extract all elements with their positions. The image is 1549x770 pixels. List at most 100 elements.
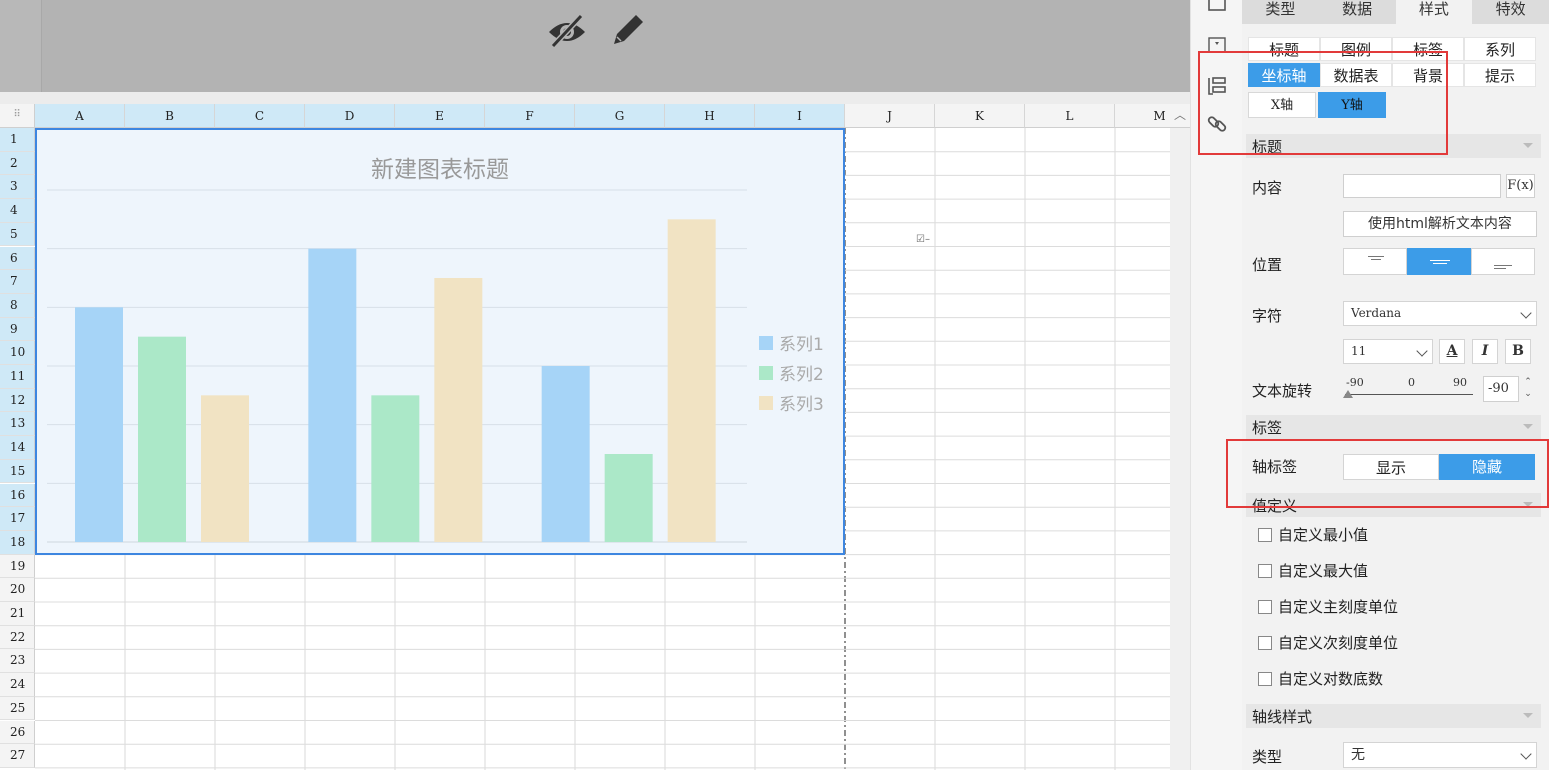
custom-log-base-checkbox[interactable]: 自定义对数底数	[1258, 668, 1383, 689]
tab-style[interactable]: 样式	[1395, 0, 1473, 24]
cell-element-icon[interactable]	[1205, 0, 1229, 20]
column-header[interactable]: K	[935, 104, 1025, 128]
legend-swatch	[759, 395, 773, 410]
row-header[interactable]: 22	[0, 625, 35, 650]
bar-2-3	[604, 454, 653, 542]
font-label: 字符	[1252, 307, 1283, 325]
custom-minor-unit-checkbox[interactable]: 自定义次刻度单位	[1258, 632, 1398, 653]
font-color-button[interactable]: A	[1439, 339, 1465, 364]
row-header[interactable]: 3	[0, 175, 35, 200]
chart-preview-toolbar-area	[0, 0, 1190, 104]
align-left-button[interactable]	[1343, 248, 1407, 275]
row-header[interactable]: 2	[0, 151, 35, 176]
formula-button[interactable]: F(x)	[1506, 174, 1535, 198]
rotation-stepper[interactable]: ⌃ ⌄	[1520, 376, 1536, 402]
row-header[interactable]: 4	[0, 199, 35, 223]
row-header[interactable]: 10	[0, 341, 35, 365]
row-header[interactable]: 20	[0, 578, 35, 602]
custom-max-checkbox[interactable]: 自定义最大值	[1258, 560, 1368, 581]
italic-button[interactable]: I	[1472, 339, 1498, 364]
row-header[interactable]: 13	[0, 412, 35, 437]
font-size-value: 11	[1351, 344, 1367, 358]
column-header[interactable]: A	[35, 104, 125, 128]
subtab-tooltip[interactable]: 提示	[1464, 63, 1536, 87]
column-header[interactable]: E	[395, 104, 485, 128]
column-header[interactable]: B	[125, 104, 215, 128]
row-header[interactable]: 24	[0, 673, 35, 697]
pencil-icon[interactable]	[608, 10, 650, 50]
row-header[interactable]: 9	[0, 317, 35, 342]
font-family-select[interactable]: Verdana	[1343, 301, 1537, 326]
main-tabs: 类型 数据 样式 特效	[1242, 0, 1549, 24]
bar-3-2	[434, 278, 483, 542]
row-header[interactable]: 19	[0, 554, 35, 579]
row-header[interactable]: 6	[0, 246, 35, 271]
row-header[interactable]: 21	[0, 602, 35, 626]
column-header[interactable]: H	[665, 104, 755, 128]
custom-major-unit-checkbox[interactable]: 自定义主刻度单位	[1258, 596, 1398, 617]
line-type-select[interactable]: 无	[1343, 742, 1537, 768]
label-section-header[interactable]: 标签	[1246, 415, 1541, 439]
column-header[interactable]: J	[845, 104, 935, 128]
tab-type[interactable]: 类型	[1242, 0, 1319, 24]
row-header[interactable]: 17	[0, 507, 35, 531]
custom-min-checkbox[interactable]: 自定义最小值	[1258, 524, 1368, 545]
column-header[interactable]: D	[305, 104, 395, 128]
bold-button[interactable]: B	[1505, 339, 1531, 364]
row-header[interactable]: 8	[0, 293, 35, 318]
chart-object[interactable]: 新建图表标题 系列1 系列2 系列3	[35, 128, 845, 555]
select-all-corner[interactable]: ⠿	[0, 104, 35, 128]
row-header[interactable]: 12	[0, 388, 35, 413]
tab-effects[interactable]: 特效	[1472, 0, 1549, 24]
column-header[interactable]: C	[215, 104, 305, 128]
html-parse-button[interactable]: 使用html解析文本内容	[1343, 211, 1537, 237]
column-header[interactable]: I	[755, 104, 845, 128]
slider-handle-icon[interactable]	[1343, 390, 1353, 398]
row-header[interactable]: 27	[0, 744, 35, 768]
chevron-down-icon	[1416, 345, 1428, 357]
row-header[interactable]: 16	[0, 483, 35, 508]
legend-label: 系列3	[779, 395, 824, 415]
row-header[interactable]: 18	[0, 530, 35, 555]
row-header[interactable]: 5	[0, 222, 35, 247]
rotation-slider[interactable]: -90 0 90	[1343, 376, 1473, 400]
row-header[interactable]: 7	[0, 270, 35, 294]
eye-slash-icon[interactable]	[545, 12, 589, 48]
content-input[interactable]	[1343, 174, 1501, 198]
row-header[interactable]: 1	[0, 128, 35, 152]
collapse-caret-icon	[1523, 143, 1533, 148]
column-header[interactable]: L	[1025, 104, 1115, 128]
subtab-series[interactable]: 系列	[1464, 37, 1536, 61]
chevron-down-icon	[1520, 748, 1532, 760]
column-header[interactable]: G	[575, 104, 665, 128]
bar-1-1	[75, 307, 123, 542]
bar-1-2	[308, 248, 357, 542]
vertical-scrollbar[interactable]	[1170, 128, 1190, 770]
legend-item: 系列1	[759, 330, 824, 355]
chevron-down-icon	[1520, 307, 1532, 319]
legend-item: 系列3	[759, 390, 824, 415]
highlight-frame-axis-tabs	[1198, 51, 1448, 155]
column-header[interactable]: F	[485, 104, 575, 128]
line-type-label: 类型	[1252, 748, 1283, 766]
row-header[interactable]: 11	[0, 365, 35, 389]
legend-swatch	[759, 335, 773, 350]
highlight-frame-axis-label	[1226, 439, 1549, 508]
toolbar-bottom-strip	[0, 92, 1190, 104]
rotation-tick-zero: 0	[1408, 376, 1415, 389]
tab-data[interactable]: 数据	[1319, 0, 1396, 24]
scroll-up-icon[interactable]: ︿	[1170, 104, 1190, 128]
align-center-button[interactable]	[1407, 248, 1471, 275]
rotation-value-input[interactable]: -90	[1483, 376, 1519, 402]
row-header[interactable]: 15	[0, 459, 35, 484]
legend-swatch	[759, 365, 773, 380]
line-style-section-header[interactable]: 轴线样式	[1246, 704, 1541, 728]
font-size-select[interactable]: 11	[1343, 339, 1433, 364]
row-header[interactable]: 14	[0, 436, 35, 460]
legend-item: 系列2	[759, 360, 824, 385]
row-header[interactable]: 23	[0, 649, 35, 674]
align-right-button[interactable]	[1471, 248, 1535, 275]
row-header[interactable]: 26	[0, 720, 35, 745]
row-header[interactable]: 25	[0, 696, 35, 721]
legend-label: 系列1	[779, 335, 824, 355]
